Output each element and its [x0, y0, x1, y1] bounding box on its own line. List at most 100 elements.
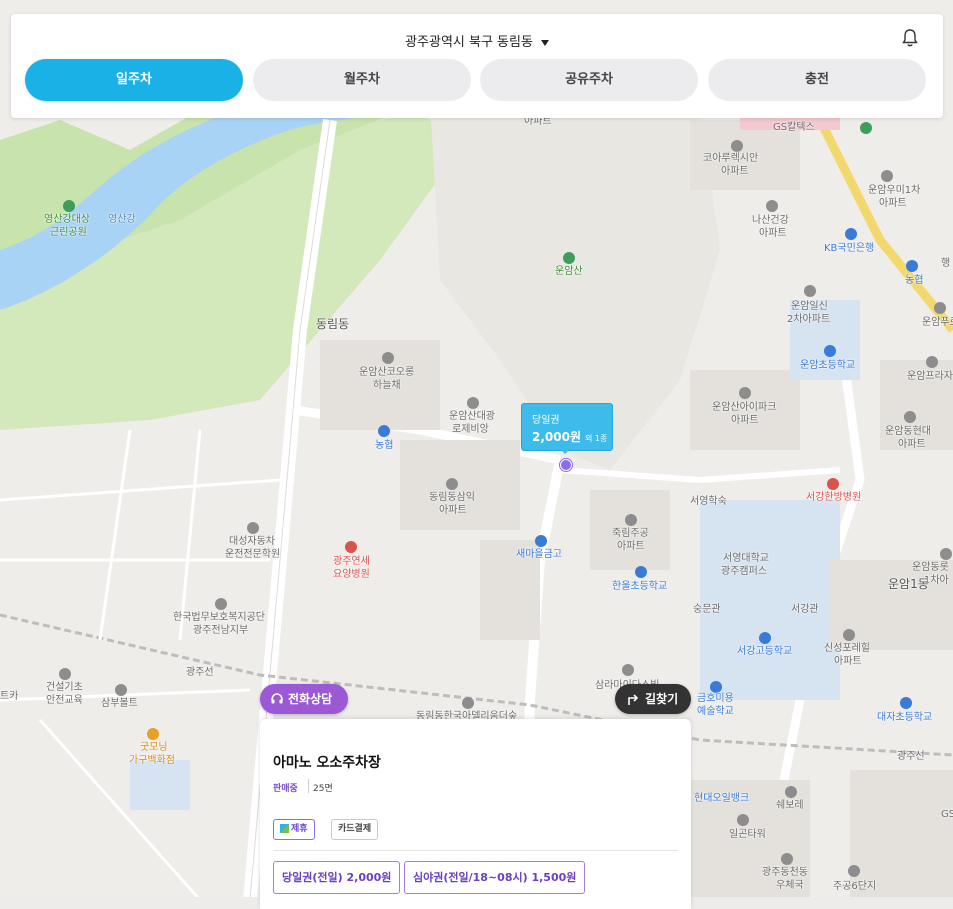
map-label: 동림동삼익	[429, 492, 475, 503]
caret-down-icon	[540, 39, 549, 46]
map-label: KB국민은행	[824, 243, 875, 254]
map-label: 광주연세	[333, 556, 370, 567]
map-label: 운암1동	[888, 577, 929, 591]
map-label: 아파트	[879, 198, 907, 209]
map-label: 근린공원	[50, 227, 87, 238]
bank-icon	[906, 260, 918, 272]
apartment-icon	[881, 170, 893, 182]
apartment-icon	[766, 200, 778, 212]
tag-card-payment: 카드결제	[331, 819, 379, 840]
hospital-icon	[827, 478, 839, 490]
price-ticket-night[interactable]: 심야권(전일/18~08시) 1,500원	[404, 861, 586, 894]
top-panel: 광주광역시 북구 동림동 일주차 월주차 공유주차 충전	[11, 14, 943, 118]
map-label: 코아루렉시안	[703, 153, 759, 164]
map-label: 운암초등학교	[800, 360, 856, 371]
map-label: 안전교육	[46, 695, 83, 706]
location-selector[interactable]: 광주광역시 북구 동림동	[11, 31, 943, 50]
tab-daily-parking[interactable]: 일주차	[25, 59, 243, 101]
map-label: 우체국	[776, 880, 804, 891]
bank-icon	[535, 535, 547, 547]
bubble-price: 2,000원 외 1종	[532, 428, 607, 445]
map-label: 건설기초	[46, 682, 83, 693]
tag-partner: 제휴	[273, 819, 315, 840]
apartment-icon	[926, 356, 938, 368]
map-label: 운암산아이파크	[712, 402, 777, 413]
map-label: 농협	[375, 440, 394, 451]
apartment-icon	[446, 478, 458, 490]
map-label: 운암동현대	[885, 426, 931, 437]
apartment-icon	[739, 387, 751, 399]
bubble-ticket-type: 당일권	[532, 415, 560, 426]
map-label: 운암우미1차	[868, 185, 921, 196]
tag-partner-label: 제휴	[291, 824, 308, 834]
apartment-icon	[904, 411, 916, 423]
map-label: 숭문관	[693, 604, 721, 615]
store-icon	[785, 786, 797, 798]
tab-shared-parking[interactable]: 공유주차	[480, 59, 698, 101]
map-label: 서강관	[791, 604, 819, 615]
parking-lot-card[interactable]: 아마노 오소주차장 판매중 25면 제휴 카드결제 당일권(전일) 2,000원…	[260, 719, 691, 909]
map-label: 신성포레힐	[824, 643, 870, 654]
map-label: 가구백화점	[129, 755, 175, 766]
map-label: 굿모닝	[140, 742, 168, 753]
park-icon	[63, 200, 75, 212]
parking-marker[interactable]	[560, 459, 572, 471]
apartment-icon	[625, 514, 637, 526]
headset-icon	[271, 693, 283, 704]
map-label: 광주선	[186, 667, 214, 678]
map-label: 요양병원	[333, 569, 370, 580]
map-label: 동림동	[316, 317, 350, 331]
tab-charging[interactable]: 충전	[708, 59, 926, 101]
phone-consult-label: 전화상담	[288, 692, 333, 706]
map-label: 농협	[905, 275, 924, 286]
location-label: 광주광역시 북구 동림동	[405, 35, 533, 50]
apartment-icon	[622, 664, 634, 676]
map-label: 서강한방병원	[806, 492, 862, 503]
map-label: GS	[941, 809, 953, 820]
partner-badge-icon	[280, 824, 289, 833]
divider	[273, 850, 678, 851]
price-bubble[interactable]: 당일권 2,000원 외 1종	[521, 403, 613, 451]
map-label: 영산강	[108, 214, 136, 225]
map-label: 서강고등학교	[737, 646, 793, 657]
map-label: 아파트	[834, 656, 862, 667]
bell-icon[interactable]	[901, 28, 919, 48]
map-label: 운암일신	[791, 301, 828, 312]
map-label: 운암산코오롱	[359, 367, 415, 378]
map-label: 서영대학교	[723, 553, 769, 564]
map-label: 죽림주공	[612, 528, 649, 539]
map-label: 아파트	[439, 505, 467, 516]
office-icon	[215, 598, 227, 610]
store-icon	[115, 684, 127, 696]
lot-name: 아마노 오소주차장	[273, 755, 381, 771]
map-label: 행	[941, 258, 951, 269]
apartment-icon	[382, 352, 394, 364]
academy-icon	[59, 668, 71, 680]
map-label: 현대오일뱅크	[694, 793, 750, 804]
map-label: 한국법무보호복지공단	[173, 612, 265, 623]
map-label: GS칼텍스	[773, 122, 815, 133]
gas-station-icon	[860, 122, 872, 134]
map-label: 광주동천동	[762, 867, 808, 878]
price-ticket-daily[interactable]: 당일권(전일) 2,000원	[273, 861, 401, 894]
post-office-icon	[781, 853, 793, 865]
school-icon	[710, 681, 722, 693]
hospital-icon	[345, 541, 357, 553]
directions-button[interactable]: 길찾기	[615, 684, 691, 714]
lot-spaces: 25면	[313, 784, 333, 794]
bank-icon	[845, 228, 857, 240]
apartment-icon	[731, 140, 743, 152]
phone-consult-button[interactable]: 전화상담	[260, 684, 348, 714]
lot-status: 판매중	[273, 784, 298, 794]
map-label: 운전전문학원	[225, 549, 281, 560]
school-icon	[824, 345, 836, 357]
mountain-icon	[563, 252, 575, 264]
map-label: 로제비앙	[452, 424, 489, 435]
office-icon	[737, 814, 749, 826]
tab-monthly-parking[interactable]: 월주차	[253, 59, 471, 101]
apartment-icon	[940, 548, 952, 560]
store-icon	[147, 728, 159, 740]
map-label: 운암산대광	[449, 411, 495, 422]
apartment-icon	[467, 397, 479, 409]
apartment-icon	[462, 697, 474, 709]
